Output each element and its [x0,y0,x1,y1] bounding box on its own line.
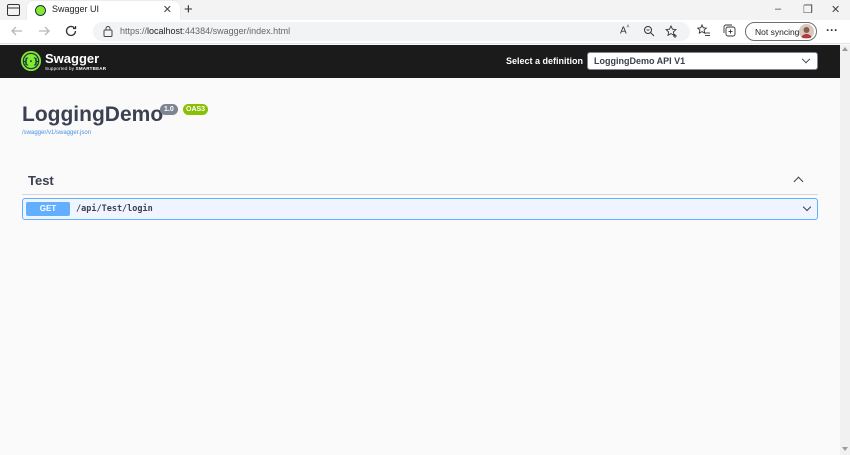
chevron-down-icon [801,54,811,64]
scroll-up-icon[interactable] [842,47,848,51]
method-badge: GET [26,202,70,216]
collections-icon[interactable] [723,24,736,37]
svg-text:{·}: {·} [23,57,39,67]
avatar-icon [799,24,814,39]
definition-label: Select a definition [506,56,584,66]
sidebar-icon[interactable] [7,4,20,16]
page-content: {·} Swagger Supported by SMARTBEAR Selec… [0,45,840,455]
zoom-icon[interactable] [643,25,655,37]
browser-toolbar: https://localhost:44384/swagger/index.ht… [0,20,850,44]
read-aloud-icon[interactable]: Aᴬ [620,25,629,36]
close-tab-icon[interactable]: ✕ [163,3,172,16]
address-bar[interactable]: https://localhost:44384/swagger/index.ht… [93,22,690,41]
lock-icon[interactable] [103,25,113,37]
version-badge: 1.0 [160,104,178,115]
oas-badge: OAS3 [183,104,209,115]
profile-sync-button[interactable]: Not syncing [745,22,817,41]
favorites-icon[interactable] [697,24,710,37]
page-scrollbar[interactable] [840,45,850,455]
chevron-up-icon[interactable] [793,176,804,187]
tab-title: Swagger UI [52,4,100,14]
chevron-down-icon[interactable] [802,202,812,212]
swagger-logo[interactable]: {·} Swagger Supported by SMARTBEAR [21,50,111,74]
swagger-topbar: {·} Swagger Supported by SMARTBEAR Selec… [0,45,840,78]
sync-label: Not syncing [755,27,800,37]
refresh-icon[interactable] [63,23,79,39]
tag-header[interactable]: Test [22,168,818,195]
swagger-brand-name: Swagger [45,51,100,66]
minimize-button[interactable]: – [775,3,781,15]
definition-selected-value: LoggingDemo API V1 [594,56,686,66]
restore-button[interactable]: ❐ [803,3,813,16]
tag-name: Test [28,173,54,188]
browser-tab[interactable]: Swagger UI ✕ [27,1,180,20]
operation-get-login[interactable]: GET /api/Test/login [22,198,818,220]
close-window-button[interactable]: ✕ [831,3,840,16]
new-tab-button[interactable]: + [184,1,193,18]
url-text[interactable]: https://localhost:44384/swagger/index.ht… [120,26,290,36]
definition-select[interactable]: LoggingDemo API V1 [587,52,818,70]
add-favorite-icon[interactable] [665,25,678,38]
swagger-logo-icon: {·} [21,51,41,71]
operation-path: /api/Test/login [76,204,153,214]
swagger-brand-sub: Supported by SMARTBEAR [45,66,107,71]
forward-icon[interactable] [36,23,52,39]
swagger-favicon-icon [35,5,46,16]
spec-url-link[interactable]: /swagger/v1/swagger.json [22,130,91,136]
browser-tab-bar: Swagger UI ✕ + – ❐ ✕ [0,0,850,20]
api-title: LoggingDemo [22,103,164,126]
back-icon[interactable] [9,23,25,39]
more-options-button[interactable]: ··· [826,23,838,37]
scroll-down-icon[interactable] [842,447,848,451]
